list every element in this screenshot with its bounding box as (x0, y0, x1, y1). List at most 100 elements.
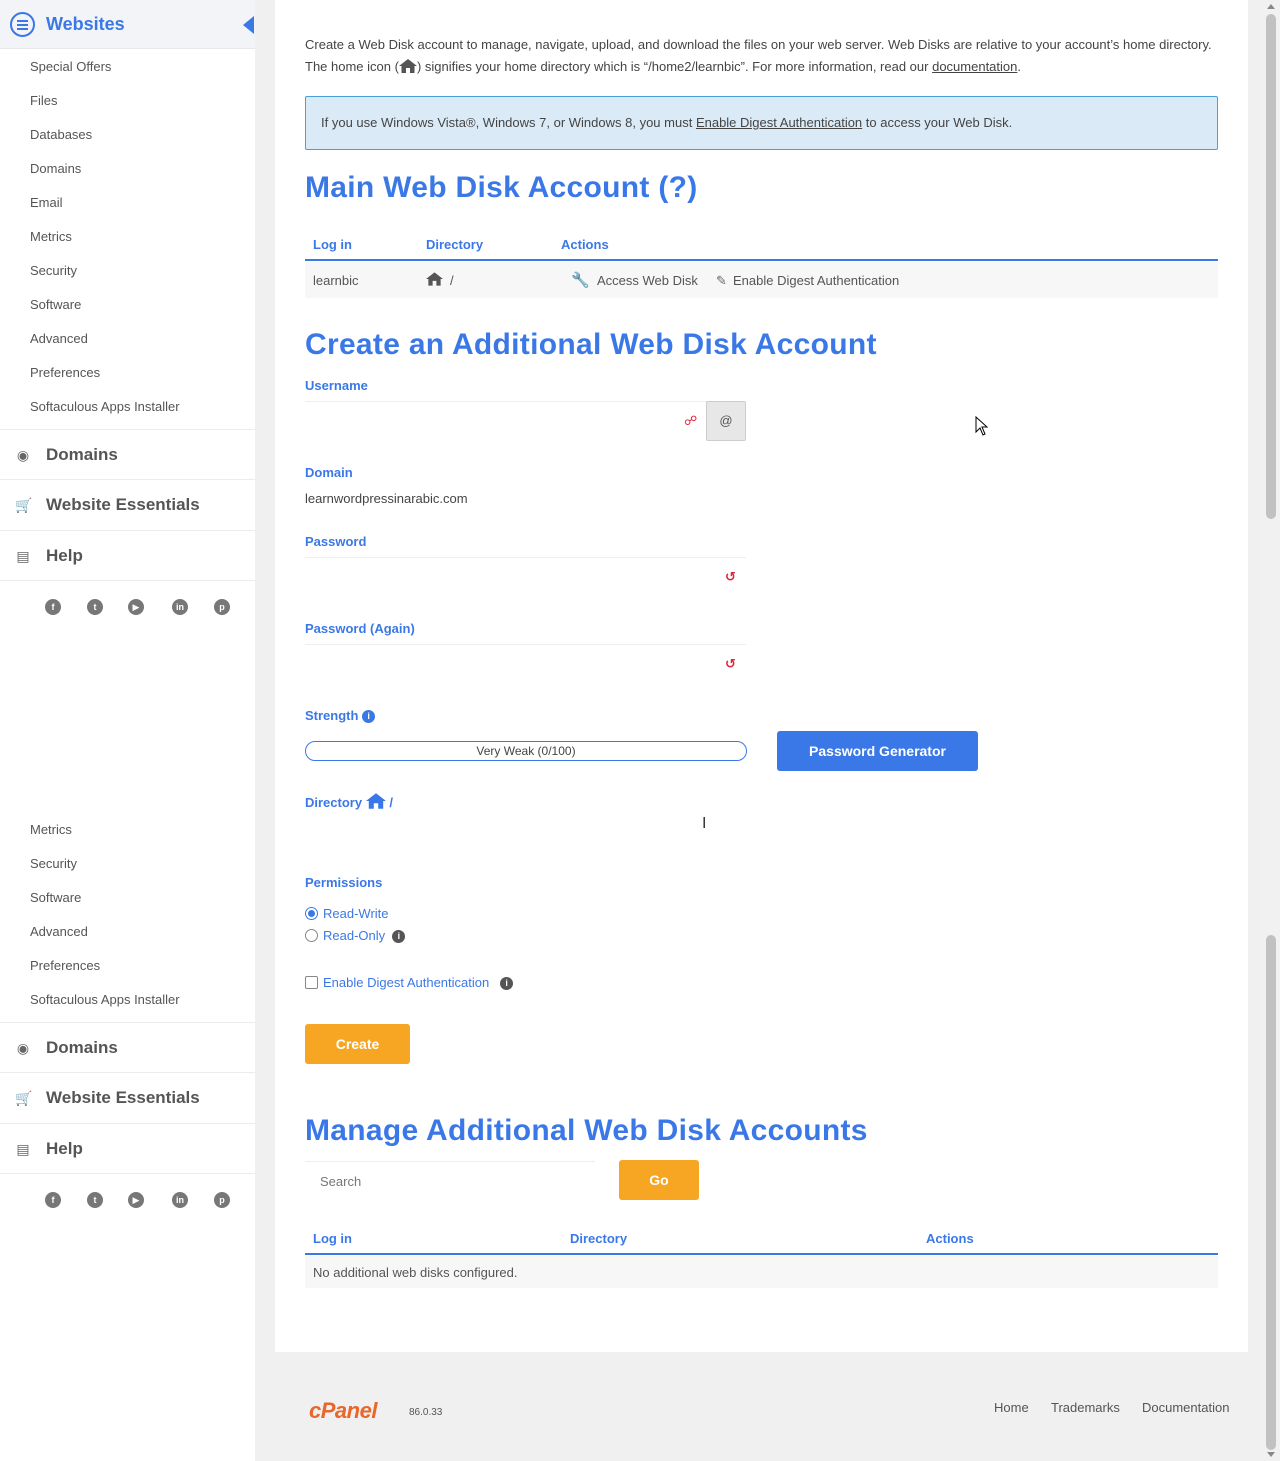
sidebar-section-label: Website Essentials (46, 495, 200, 514)
password-again-input[interactable] (305, 645, 746, 684)
sidebar-item-metrics[interactable]: Metrics (30, 822, 72, 838)
intro-text: Create a Web Disk account to manage, nav… (305, 34, 1220, 78)
radio-button-checked[interactable] (305, 907, 318, 920)
info-icon[interactable]: i (362, 710, 376, 723)
sidebar-item-software[interactable]: Software (30, 890, 81, 906)
youtube-icon[interactable]: ▶ (128, 1192, 144, 1208)
sidebar-item-files[interactable]: Files (30, 93, 57, 109)
facebook-icon[interactable]: f (45, 1192, 61, 1208)
sidebar-item-preferences[interactable]: Preferences (30, 958, 100, 974)
twitter-icon[interactable]: t (87, 599, 103, 615)
sidebar-item-email[interactable]: Email (30, 195, 63, 211)
info-alert: If you use Windows Vista®, Windows 7, or… (305, 96, 1218, 150)
sidebar-item-preferences[interactable]: Preferences (30, 365, 100, 381)
sidebar-item-advanced[interactable]: Advanced (30, 924, 88, 940)
sidebar-section-domains[interactable]: ◉ Domains (0, 1022, 255, 1072)
linkedin-icon[interactable]: in (172, 599, 188, 615)
sidebar-section-domains[interactable]: ◉ Domains (0, 429, 255, 479)
go-button[interactable]: Go (619, 1160, 699, 1200)
access-web-disk-link[interactable]: Access Web Disk (597, 273, 698, 288)
digest-checkbox-row[interactable]: Enable Digest Authentication i (305, 975, 514, 990)
sidebar-section-website-essentials[interactable]: 🛒 Website Essentials (0, 479, 255, 529)
password-key-icon[interactable]: ↺ (725, 656, 736, 672)
footer-documentation-link[interactable]: Documentation (1142, 1400, 1229, 1415)
twitter-icon[interactable]: t (87, 1192, 103, 1208)
footer-home-link[interactable]: Home (994, 1400, 1029, 1415)
youtube-icon[interactable]: ▶ (128, 599, 144, 615)
search-field[interactable] (305, 1161, 595, 1201)
password-manager-icon[interactable]: ☍ (684, 413, 697, 429)
scroll-thumb[interactable] (1266, 14, 1276, 519)
pinterest-icon[interactable]: p (214, 599, 230, 615)
cpanel-logo[interactable]: cPanel (309, 1398, 377, 1424)
facebook-icon[interactable]: f (45, 599, 61, 615)
sidebar-item-databases[interactable]: Databases (30, 127, 92, 143)
password-generator-button[interactable]: Password Generator (777, 731, 978, 771)
password-input[interactable] (305, 558, 746, 597)
column-directory[interactable]: Directory (426, 237, 483, 252)
radio-read-only[interactable]: Read-Only i (305, 928, 406, 943)
directory-value: / (389, 795, 393, 810)
sidebar-section-label: Help (46, 1139, 83, 1158)
sidebar-section-help[interactable]: ▤ Help (0, 530, 255, 580)
scroll-up-icon[interactable] (1267, 4, 1275, 9)
column-directory[interactable]: Directory (570, 1231, 627, 1246)
pinterest-icon[interactable]: p (214, 1192, 230, 1208)
main-account-table-header: Log in Directory Actions (305, 227, 1218, 261)
create-button[interactable]: Create (305, 1024, 410, 1064)
username-input[interactable] (305, 402, 707, 441)
page-scrollbar[interactable] (1262, 0, 1280, 1461)
radio-button[interactable] (305, 929, 318, 942)
documentation-link[interactable]: documentation (932, 59, 1017, 74)
mouse-pointer-icon (975, 416, 989, 436)
sidebar-divider (0, 1173, 255, 1174)
sidebar-item-domains[interactable]: Domains (30, 161, 81, 177)
cart-icon: 🛒 (15, 1090, 33, 1106)
alert-text: to access your Web Disk. (862, 115, 1013, 130)
column-login[interactable]: Log in (313, 1231, 352, 1246)
globe-icon: ◉ (16, 1040, 30, 1056)
globe-icon: ◉ (16, 447, 30, 463)
sidebar-header[interactable]: Websites (0, 0, 255, 49)
sidebar-item-security[interactable]: Security (30, 263, 77, 279)
sidebar-item-softaculous[interactable]: Softaculous Apps Installer (30, 992, 180, 1008)
scroll-down-icon[interactable] (1267, 1452, 1275, 1457)
main-account-heading: Main Web Disk Account (?) (305, 171, 698, 204)
home-icon (426, 272, 443, 286)
sidebar-item-security[interactable]: Security (30, 856, 77, 872)
radio-read-write[interactable]: Read-Write (305, 906, 389, 921)
sidebar-section-help[interactable]: ▤ Help (0, 1123, 255, 1173)
collapse-arrow-icon[interactable] (243, 16, 254, 34)
sidebar-item-advanced[interactable]: Advanced (30, 331, 88, 347)
column-actions: Actions (926, 1231, 974, 1246)
search-input[interactable] (305, 1162, 595, 1201)
info-icon[interactable]: i (500, 977, 514, 990)
password-key-icon[interactable]: ↺ (725, 569, 736, 585)
sidebar-item-softaculous[interactable]: Softaculous Apps Installer (30, 399, 180, 415)
enable-digest-link[interactable]: Enable Digest Authentication (696, 115, 862, 130)
help-ticket-icon: ▤ (16, 1141, 30, 1157)
username-field[interactable] (305, 401, 707, 441)
digest-checkbox[interactable] (305, 976, 318, 989)
scroll-thumb[interactable] (1266, 935, 1276, 1450)
password-field[interactable] (305, 557, 746, 597)
sidebar-item-metrics[interactable]: Metrics (30, 229, 72, 245)
info-icon[interactable]: i (392, 930, 406, 943)
permissions-label: Permissions (305, 875, 383, 890)
directory-label-text: Directory (305, 795, 363, 810)
footer-trademarks-link[interactable]: Trademarks (1051, 1400, 1120, 1415)
password-again-field[interactable] (305, 644, 746, 684)
column-login[interactable]: Log in (313, 237, 352, 252)
username-label: Username (305, 378, 368, 393)
directory-input[interactable] (305, 812, 746, 842)
sidebar-section-website-essentials[interactable]: 🛒 Website Essentials (0, 1072, 255, 1122)
table-row: learnbic / 🔧 Access Web Disk ✎ Enable Di… (305, 262, 1218, 298)
enable-digest-action[interactable]: Enable Digest Authentication (733, 273, 899, 288)
sidebar-item-special-offers[interactable]: Special Offers (30, 59, 111, 75)
password-again-label: Password (Again) (305, 621, 415, 636)
sidebar-item-software[interactable]: Software (30, 297, 81, 313)
row-login: learnbic (313, 273, 359, 288)
directory-label: Directory / (305, 793, 393, 810)
linkedin-icon[interactable]: in (172, 1192, 188, 1208)
sidebar-section-label: Help (46, 546, 83, 565)
